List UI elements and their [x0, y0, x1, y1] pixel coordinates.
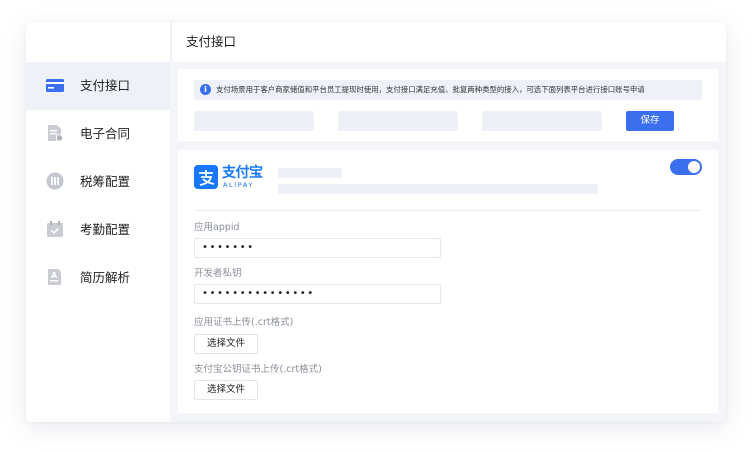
private-key-input[interactable]: •••••••••••••••: [194, 284, 441, 304]
sidebar-item-label: 支付接口: [80, 78, 131, 93]
page-title: 支付接口: [186, 34, 237, 49]
resume-parse-icon: A: [48, 269, 61, 285]
filter-placeholder[interactable]: [194, 111, 314, 131]
alipay-logo-icon: [194, 165, 218, 189]
svg-text:A: A: [51, 271, 58, 280]
sidebar-item-label: 简历解析: [80, 270, 131, 285]
alipay-logo: 支付宝 ALIPAY: [194, 165, 263, 191]
sidebar-item-label: 税筹配置: [80, 174, 131, 189]
sidebar-item-label: 考勤配置: [80, 222, 131, 237]
alipay-public-cert-file-button[interactable]: 选择文件: [194, 380, 258, 400]
alipay-logo-subtext: ALIPAY: [223, 181, 255, 189]
title-placeholder: [278, 168, 342, 178]
contract-document-icon: [48, 125, 64, 142]
filter-placeholder[interactable]: [482, 111, 602, 131]
sidebar-item-label: 电子合同: [80, 126, 131, 141]
sidebar-header: [26, 22, 170, 62]
appid-input[interactable]: •••••••: [194, 238, 441, 258]
toggle-knob: [688, 161, 700, 173]
config-panel: i 支付场景用于客户商家储值和平台员工提现时使用，支付接口满足充值、批复两种类型…: [178, 69, 718, 141]
alipay-logo-text: 支付宝: [222, 165, 263, 181]
sidebar-item-payment[interactable]: 支付接口: [26, 62, 170, 110]
app-window: 支付接口 电子合同 税筹配置 考勤配置 A 简历解析 支付接口 i 支付场景用于…: [26, 22, 726, 422]
alipay-enable-toggle[interactable]: [670, 159, 702, 175]
alipay-public-cert-label: 支付宝公钥证书上传(.crt格式): [194, 364, 322, 375]
attendance-calendar-icon: [47, 221, 63, 237]
filter-placeholder[interactable]: [338, 111, 458, 131]
info-icon: i: [200, 84, 211, 95]
notice-text: 支付场景用于客户商家储值和平台员工提现时使用，支付接口满足充值、批复两种类型的接…: [216, 85, 645, 94]
sidebar: 支付接口 电子合同 税筹配置 考勤配置 A 简历解析: [26, 22, 170, 422]
divider: [194, 210, 702, 211]
description-placeholder: [278, 184, 598, 194]
page-header: 支付接口: [171, 22, 726, 62]
sidebar-item-contract[interactable]: 电子合同: [26, 110, 170, 158]
appid-label: 应用appid: [194, 222, 240, 233]
tax-coin-icon: [46, 172, 64, 190]
alipay-config-card: 支付宝 ALIPAY 应用appid ••••••• 开发者私钥 •••••••…: [178, 150, 718, 413]
payment-card-icon: [46, 79, 64, 92]
sidebar-item-tax[interactable]: 税筹配置: [26, 158, 170, 206]
sidebar-item-resume[interactable]: A 简历解析: [26, 254, 170, 302]
save-button[interactable]: 保存: [626, 111, 674, 131]
app-cert-file-button[interactable]: 选择文件: [194, 334, 258, 354]
sidebar-item-attendance[interactable]: 考勤配置: [26, 206, 170, 254]
app-cert-label: 应用证书上传(.crt格式): [194, 317, 294, 328]
info-notice: i 支付场景用于客户商家储值和平台员工提现时使用，支付接口满足充值、批复两种类型…: [194, 80, 702, 100]
private-key-label: 开发者私钥: [194, 268, 242, 279]
